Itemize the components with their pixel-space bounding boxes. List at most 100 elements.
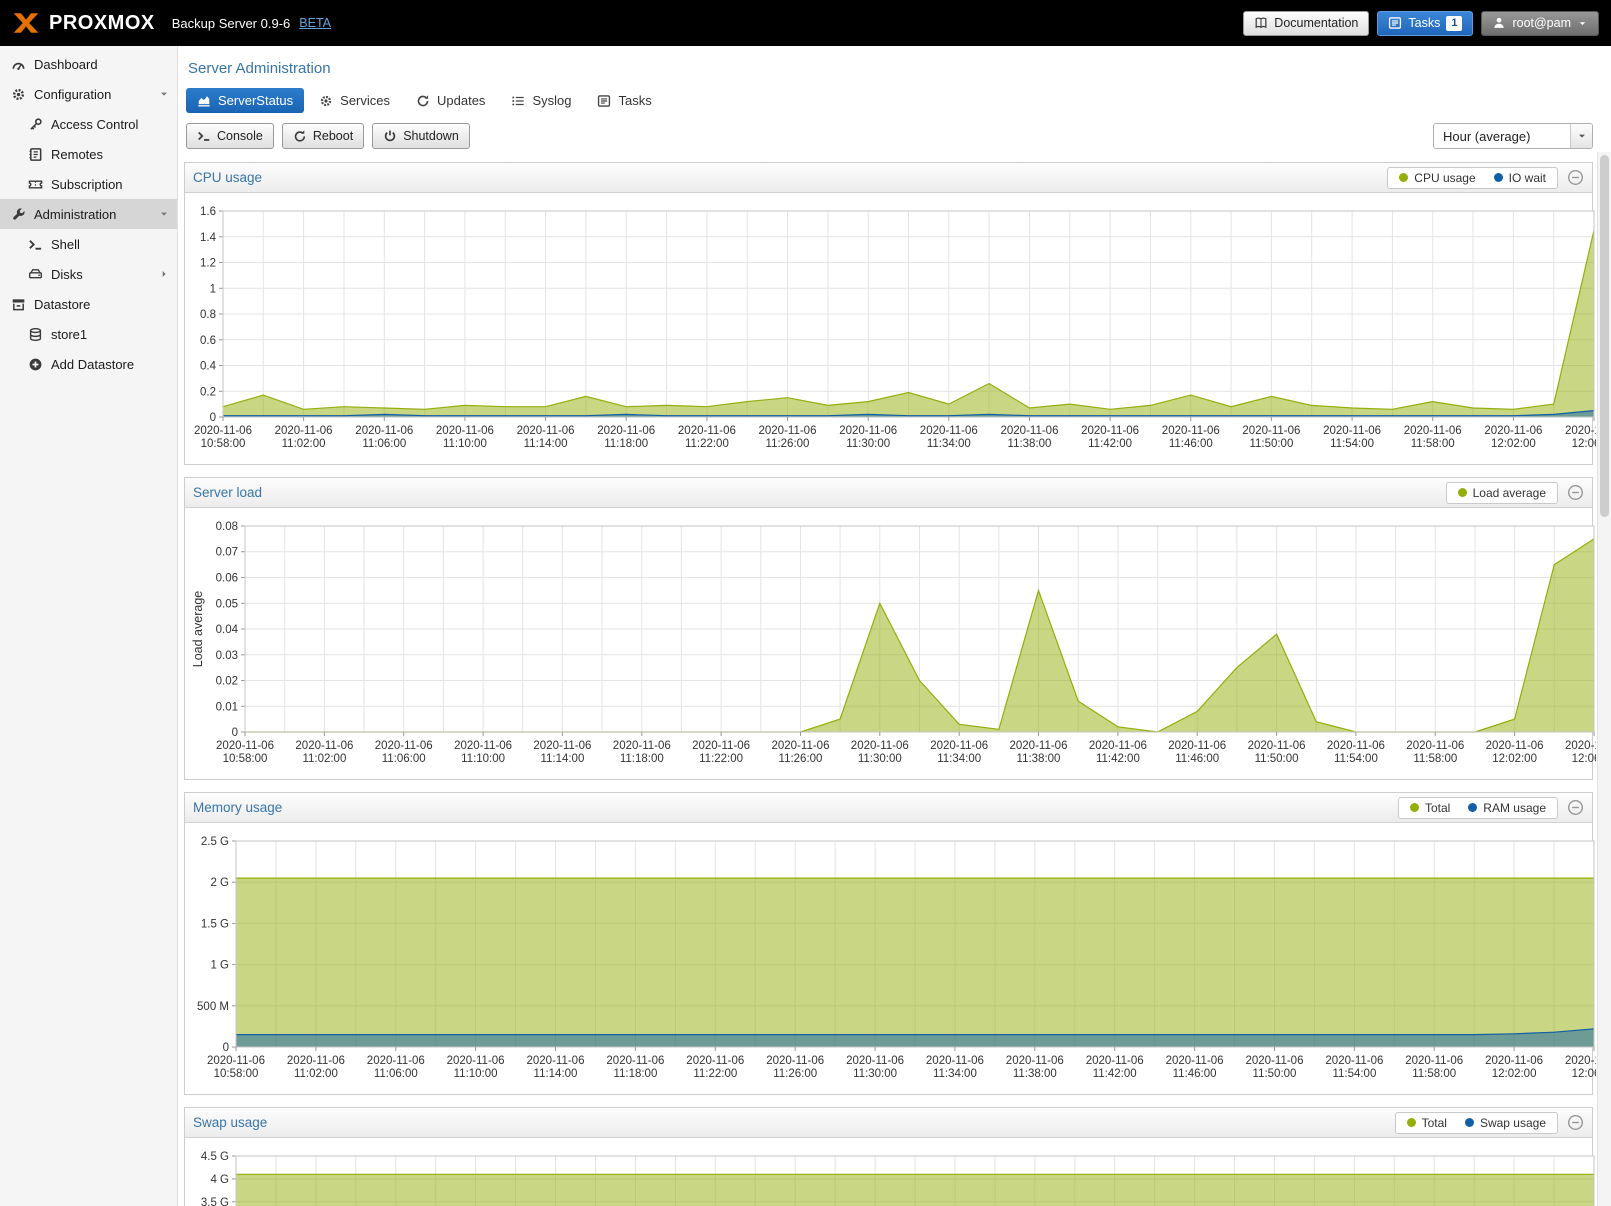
caret-down-icon[interactable]: [158, 208, 170, 220]
collapse-panel-button[interactable]: [1567, 1114, 1584, 1131]
sidebar-item-dashboard[interactable]: Dashboard: [0, 49, 177, 79]
svg-text:0.07: 0.07: [216, 547, 238, 559]
svg-text:1.4: 1.4: [200, 232, 217, 244]
svg-text:2020-11-06: 2020-11-06: [926, 1055, 984, 1067]
sidebar-item-label: Add Datastore: [51, 357, 134, 372]
tasks-button[interactable]: Tasks 1: [1377, 11, 1473, 36]
sidebar-item-store1[interactable]: store1: [0, 319, 177, 349]
svg-text:2020-11-06: 2020-11-06: [759, 425, 817, 437]
svg-text:11:14:00: 11:14:00: [534, 1068, 578, 1080]
svg-text:2020-11-06: 2020-11-06: [1162, 425, 1220, 437]
user-menu-button[interactable]: root@pam: [1481, 11, 1599, 36]
svg-text:11:42:00: 11:42:00: [1093, 1068, 1137, 1080]
sidebar-item-subscription[interactable]: Subscription: [0, 169, 177, 199]
collapse-panel-button[interactable]: [1567, 484, 1584, 501]
chart-canvas: 00.20.40.60.811.21.41.62020-11-0610:58:0…: [189, 199, 1596, 457]
svg-text:2020-11-06: 2020-11-06: [1485, 1055, 1543, 1067]
caret-right-icon[interactable]: [158, 268, 170, 280]
timeframe-select[interactable]: Hour (average): [1433, 123, 1593, 149]
scrollbar[interactable]: [1597, 152, 1611, 1206]
svg-text:2020-11-06: 2020-11-06: [287, 1055, 345, 1067]
console-button[interactable]: Console: [186, 123, 274, 149]
combo-trigger[interactable]: [1570, 124, 1592, 148]
svg-text:11:34:00: 11:34:00: [937, 753, 981, 765]
caret-down-icon[interactable]: [158, 88, 170, 100]
svg-text:0.8: 0.8: [200, 309, 216, 321]
svg-text:4.5 G: 4.5 G: [201, 1151, 229, 1163]
wrench-icon: [11, 207, 26, 222]
tab-tasks[interactable]: Tasks: [586, 88, 662, 113]
documentation-button[interactable]: Documentation: [1243, 11, 1369, 36]
panel-server-load: Server loadLoad average00.010.020.030.04…: [184, 477, 1593, 780]
collapse-panel-button[interactable]: [1567, 169, 1584, 186]
svg-text:11:06:00: 11:06:00: [382, 753, 426, 765]
svg-text:2020-11-06: 2020-11-06: [1406, 740, 1464, 752]
sidebar-item-add-datastore[interactable]: Add Datastore: [0, 349, 177, 379]
svg-text:2 G: 2 G: [210, 877, 229, 889]
legend-item: Total: [1410, 801, 1450, 815]
chart-legend: TotalSwap usage: [1395, 1112, 1558, 1134]
tasks-count-badge: 1: [1446, 16, 1462, 31]
svg-text:11:06:00: 11:06:00: [362, 438, 406, 450]
tab-label: Updates: [437, 93, 485, 108]
svg-text:2020-11-06: 2020-11-06: [1486, 740, 1544, 752]
svg-text:11:54:00: 11:54:00: [1332, 1068, 1376, 1080]
svg-text:11:34:00: 11:34:00: [933, 1068, 977, 1080]
svg-text:11:06:00: 11:06:00: [374, 1068, 418, 1080]
legend-item: Load average: [1458, 486, 1546, 500]
reboot-label: Reboot: [313, 129, 353, 143]
svg-text:2020-11-06: 2020-11-06: [216, 740, 274, 752]
svg-text:11:50:00: 11:50:00: [1253, 1068, 1297, 1080]
svg-text:3.5 G: 3.5 G: [201, 1197, 229, 1206]
tab-syslog[interactable]: Syslog: [500, 88, 582, 113]
sidebar-item-access-control[interactable]: Access Control: [0, 109, 177, 139]
chart-legend: TotalRAM usage: [1398, 797, 1558, 819]
gears-icon: [11, 87, 26, 102]
svg-text:2020-11-06: 2020-11-06: [772, 740, 830, 752]
sidebar-item-administration[interactable]: Administration: [0, 199, 177, 229]
gears-icon: [319, 94, 333, 108]
scrollbar-thumb[interactable]: [1600, 155, 1609, 517]
tab-label: Services: [340, 93, 390, 108]
svg-text:12:06:00: 12:06:00: [1572, 753, 1596, 765]
console-label: Console: [217, 129, 263, 143]
tab-label: ServerStatus: [218, 93, 293, 108]
page-title: Server Administration: [188, 60, 1593, 77]
panel-header: Memory usageTotalRAM usage: [185, 793, 1592, 823]
svg-text:2020-11-06: 2020-11-06: [275, 425, 333, 437]
svg-text:11:50:00: 11:50:00: [1255, 753, 1299, 765]
svg-text:11:38:00: 11:38:00: [1017, 753, 1061, 765]
sidebar-item-configuration[interactable]: Configuration: [0, 79, 177, 109]
tasks-icon: [597, 94, 611, 108]
svg-text:2020-11-06: 2020-11-06: [678, 425, 736, 437]
sidebar-item-shell[interactable]: Shell: [0, 229, 177, 259]
sidebar-item-datastore[interactable]: Datastore: [0, 289, 177, 319]
chart-area: 0500 M1 G1.5 G2 G2.5 G2020-11-0610:58:00…: [185, 823, 1592, 1094]
sidebar-item-label: Administration: [34, 207, 116, 222]
svg-text:Load average: Load average: [191, 591, 205, 668]
tab-serverstatus[interactable]: ServerStatus: [186, 88, 304, 113]
tab-updates[interactable]: Updates: [405, 88, 496, 113]
header-actions: Documentation Tasks 1 root@pam: [1243, 11, 1599, 36]
collapse-panel-button[interactable]: [1567, 799, 1584, 816]
svg-text:2020-11-06: 2020-11-06: [207, 1055, 265, 1067]
svg-text:2020-11-06: 2020-11-06: [606, 1055, 664, 1067]
chart-legend: Load average: [1446, 482, 1558, 504]
reboot-button[interactable]: Reboot: [282, 123, 364, 149]
svg-text:1.5 G: 1.5 G: [201, 918, 229, 930]
sidebar-item-disks[interactable]: Disks: [0, 259, 177, 289]
svg-text:11:10:00: 11:10:00: [443, 438, 487, 450]
documentation-label: Documentation: [1274, 16, 1358, 30]
sidebar-item-remotes[interactable]: Remotes: [0, 139, 177, 169]
reboot-icon: [293, 129, 307, 143]
svg-text:2020-11-06: 2020-11-06: [930, 740, 988, 752]
beta-link[interactable]: BETA: [299, 16, 331, 30]
svg-text:11:58:00: 11:58:00: [1411, 438, 1455, 450]
svg-text:10:58:00: 10:58:00: [201, 438, 246, 450]
chart-area: 00.20.40.60.811.21.41.62020-11-0610:58:0…: [185, 193, 1592, 464]
key-icon: [28, 117, 43, 132]
tab-services[interactable]: Services: [308, 88, 401, 113]
shutdown-button[interactable]: Shutdown: [372, 123, 470, 149]
svg-text:2020-11-06: 2020-11-06: [766, 1055, 824, 1067]
terminal-icon: [28, 237, 43, 252]
